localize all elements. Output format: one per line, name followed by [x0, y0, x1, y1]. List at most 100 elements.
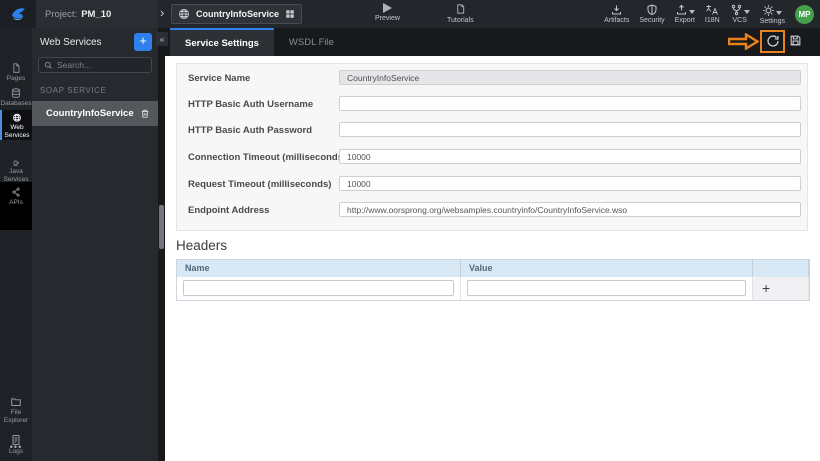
artifacts-download-icon — [612, 5, 622, 15]
form-field-row: HTTP Basic Auth Username — [177, 96, 807, 112]
sidebar-item-pages[interactable]: Pages — [0, 60, 32, 83]
sidebar-item-databases[interactable]: Databases — [0, 85, 32, 108]
sidebar-item-label: APIs — [9, 199, 23, 207]
collapse-panel-button[interactable]: « — [156, 32, 168, 46]
sidebar-item-label: File Explorer — [3, 409, 29, 425]
module-sidebar: Pages Databases Web Services Java Servic… — [0, 28, 32, 461]
sidebar-item-web-services[interactable]: Web Services — [0, 110, 32, 140]
save-icon — [790, 35, 801, 46]
home-logo-button[interactable] — [0, 0, 36, 28]
wavemaker-studio: Project: PM_10 › CountryInfoService Prev… — [0, 0, 820, 461]
trash-icon[interactable] — [140, 108, 150, 119]
header-value-input[interactable] — [467, 280, 746, 296]
header-actions-cell: + — [753, 277, 809, 300]
artifacts-button[interactable]: Artifacts — [604, 4, 629, 24]
headers-table-row: + — [177, 277, 809, 300]
name-column-header: Name — [177, 260, 461, 277]
project-name: PM_10 — [81, 8, 112, 20]
api-nodes-icon — [12, 187, 20, 197]
add-header-button[interactable]: + — [762, 279, 770, 298]
topbar: Project: PM_10 › CountryInfoService Prev… — [0, 0, 820, 28]
artifacts-label: Artifacts — [604, 17, 630, 24]
export-label: Export — [674, 17, 695, 24]
security-shield-icon — [647, 4, 657, 16]
tab-wsdl-file[interactable]: WSDL File — [274, 28, 349, 56]
field-label: Connection Timeout (milliseconds) — [188, 152, 347, 163]
gear-icon — [763, 4, 775, 16]
service-settings-form: Service Name HTTP Basic Auth Username HT… — [176, 63, 808, 231]
tutorials-book-icon — [457, 4, 464, 14]
preview-label: Preview — [375, 15, 400, 22]
header-value-cell — [461, 277, 753, 300]
settings-label: Settings — [759, 17, 785, 25]
endpoint-address-input[interactable] — [339, 202, 801, 217]
i18n-label: I18N — [704, 17, 720, 24]
globe-icon — [13, 113, 21, 122]
branch-icon — [731, 4, 741, 16]
security-label: Security — [639, 17, 665, 24]
play-icon — [382, 3, 392, 13]
reload-icon — [767, 35, 779, 47]
request-timeout-input[interactable] — [339, 176, 801, 191]
http-basic-auth-password-input[interactable] — [339, 122, 801, 137]
chevron-down-icon — [743, 10, 750, 14]
search-input[interactable] — [57, 60, 146, 70]
more-menu-button[interactable]: ••• — [0, 442, 32, 452]
coffee-icon — [13, 159, 19, 166]
service-settings-content: Service Name HTTP Basic Auth Username HT… — [165, 56, 820, 461]
breadcrumb-chevron-icon: › — [160, 5, 165, 20]
http-basic-auth-username-input[interactable] — [339, 96, 801, 111]
field-label: HTTP Basic Auth Password — [188, 125, 313, 136]
translate-icon — [706, 5, 719, 15]
headers-table: Name Value + — [176, 259, 810, 301]
export-upload-icon — [676, 4, 686, 15]
settings-button[interactable]: Settings — [760, 4, 785, 25]
add-service-button[interactable]: + — [134, 33, 152, 51]
service-search[interactable] — [38, 57, 152, 73]
value-column-header: Value — [461, 260, 753, 277]
vcs-button[interactable]: VCS — [730, 4, 750, 24]
sidebar-item-file-explorer[interactable]: File Explorer — [0, 393, 32, 425]
form-field-row: Service Name — [177, 70, 807, 86]
service-tabbar: Service Settings WSDL File — [165, 28, 820, 56]
export-button[interactable]: Export — [675, 4, 695, 24]
panel-scrollbar[interactable] — [159, 205, 164, 249]
i18n-button[interactable]: I18N — [705, 4, 720, 24]
sidebar-item-label: Pages — [6, 75, 26, 83]
header-name-input[interactable] — [183, 280, 454, 296]
headers-section-title: Headers — [176, 238, 228, 253]
save-service-button[interactable] — [789, 34, 802, 47]
apps-grid-icon[interactable] — [285, 9, 295, 19]
field-label: HTTP Basic Auth Username — [188, 99, 314, 110]
service-list-item[interactable]: CountryInfoService — [32, 101, 158, 126]
vcs-label: VCS — [732, 17, 747, 24]
header-name-cell — [177, 277, 461, 300]
tab-service-settings[interactable]: Service Settings — [170, 28, 274, 56]
headers-table-header: Name Value — [177, 260, 809, 277]
field-label: Endpoint Address — [188, 205, 270, 216]
service-selector[interactable]: CountryInfoService — [171, 4, 303, 24]
service-name-input[interactable] — [339, 70, 801, 85]
field-label: Service Name — [188, 73, 251, 84]
panel-title: Web Services — [40, 36, 102, 48]
chevron-down-icon — [688, 10, 695, 14]
tutorials-button[interactable]: Tutorials — [447, 3, 474, 24]
security-button[interactable]: Security — [639, 4, 665, 24]
tutorials-label: Tutorials — [447, 17, 474, 24]
preview-button[interactable]: Preview — [375, 3, 400, 22]
user-avatar[interactable]: MP — [795, 4, 814, 24]
form-field-row: Connection Timeout (milliseconds) — [177, 149, 807, 165]
connection-timeout-input[interactable] — [339, 149, 801, 164]
folder-icon — [11, 398, 21, 406]
sidebar-item-apis[interactable]: APIs — [0, 184, 32, 207]
actions-column-header — [753, 260, 809, 277]
service-name-label: CountryInfoService — [46, 108, 134, 119]
project-label: Project: — [45, 8, 78, 20]
reload-service-button[interactable] — [766, 34, 780, 48]
topbar-actions: Artifacts Security Export I18N VCS Setti… — [604, 0, 814, 28]
chevron-down-icon — [776, 10, 783, 15]
field-label: Request Timeout (milliseconds) — [188, 179, 332, 190]
database-icon — [12, 88, 20, 98]
sidebar-item-java-services[interactable]: Java Services — [0, 156, 32, 184]
search-icon — [44, 61, 53, 69]
